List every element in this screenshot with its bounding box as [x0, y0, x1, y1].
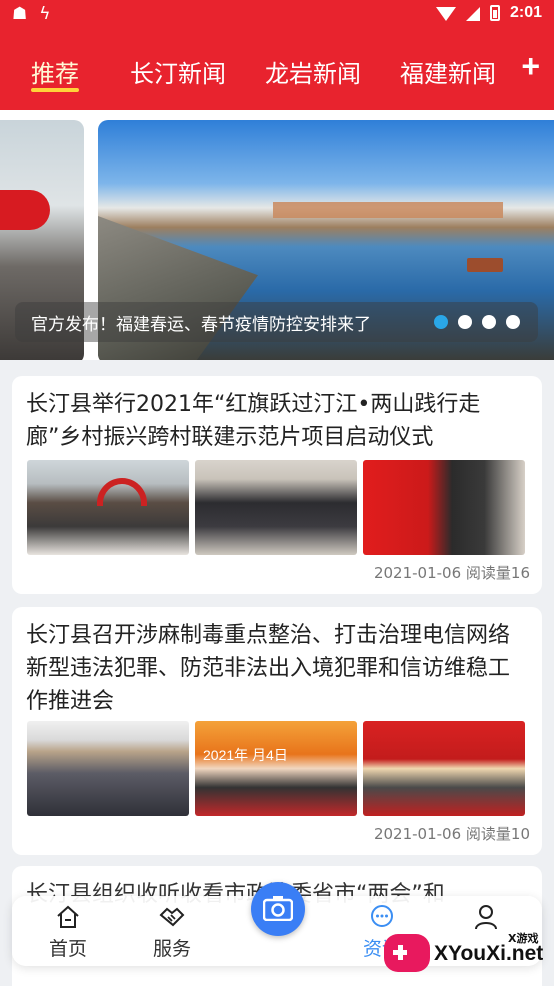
news-thumbnail[interactable] [27, 721, 189, 816]
news-thumbnail[interactable] [27, 460, 189, 555]
signal-icon [465, 7, 480, 21]
carousel-dot[interactable] [506, 315, 520, 329]
tab-recommend[interactable]: 推荐 [31, 54, 79, 89]
tab-fujian-news[interactable]: 福建新闻 [400, 54, 496, 89]
boat-image [467, 258, 503, 272]
news-card[interactable]: 长汀县举行2021年“红旗跃过汀江•两山践行走廊”乡村振兴跨村联建示范片项目启动… [12, 376, 542, 594]
news-date: 2021-01-06 [373, 564, 462, 582]
notification-android-icon: ☗ [12, 4, 28, 24]
wifi-icon [435, 7, 456, 21]
add-channel-button[interactable]: + [521, 48, 540, 85]
news-meta: 2021-01-06 阅读量10 [374, 823, 530, 844]
chat-icon [371, 905, 393, 927]
tab-longyan-news[interactable]: 龙岩新闻 [265, 54, 361, 89]
news-thumbnail[interactable] [195, 460, 357, 555]
active-tab-indicator [31, 88, 79, 92]
news-read-count: 阅读量10 [465, 825, 530, 843]
bottom-tab-home[interactable]: 首页 [33, 904, 103, 961]
bottom-tab-label: 首页 [48, 938, 87, 960]
carousel-indicator [434, 315, 520, 329]
bridge-image [273, 202, 503, 218]
news-thumbnail[interactable] [363, 721, 525, 816]
status-right: 2:01 [435, 4, 542, 22]
news-read-count: 阅读量16 [465, 564, 530, 582]
news-meta: 2021-01-06 阅读量16 [374, 562, 530, 583]
watermark-text: XYouXi.net [434, 942, 544, 965]
battery-icon [489, 5, 500, 21]
bottom-tab-service[interactable]: 服务 [137, 904, 207, 961]
bottom-tab-label: 服务 [152, 938, 191, 960]
carousel-caption: 官方发布！福建春运、春节疫情防控安排来了 [31, 315, 371, 335]
home-icon [57, 905, 79, 928]
status-left-icons: ☗ ϟ [12, 4, 50, 24]
carousel-dot-active[interactable] [434, 315, 448, 329]
news-thumbnail[interactable]: 2021年 月4日 [195, 721, 357, 816]
handshake-icon [159, 907, 185, 927]
site-watermark: X游戏 XYouXi.net [382, 928, 550, 980]
news-card[interactable]: 长汀县召开涉麻制毒重点整治、打击治理电信网络新型违法犯罪、防范非法出入境犯罪和信… [12, 607, 542, 855]
news-thumbnail[interactable] [363, 460, 525, 555]
top-tab-bar: 推荐 长汀新闻 龙岩新闻 福建新闻 + [0, 30, 554, 110]
gamepad-logo-icon [384, 934, 430, 972]
carousel-dot[interactable] [482, 315, 496, 329]
tab-changting-news[interactable]: 长汀新闻 [130, 54, 226, 89]
user-icon [475, 905, 497, 930]
carousel-caption-bar[interactable]: 官方发布！福建春运、春节疫情防控安排来了 [15, 302, 538, 342]
thumbnail-banner-text: 2021年 月4日 [203, 747, 288, 763]
status-time: 2:01 [509, 4, 542, 21]
status-bar: ☗ ϟ 2:01 [0, 0, 554, 30]
news-title[interactable]: 长汀县召开涉麻制毒重点整治、打击治理电信网络新型违法犯罪、防范非法出入境犯罪和信… [26, 619, 526, 718]
red-arch-decoration [0, 190, 50, 230]
news-date: 2021-01-06 [373, 825, 462, 843]
red-arch-decoration [97, 478, 147, 506]
news-title[interactable]: 长汀县举行2021年“红旗跃过汀江•两山践行走廊”乡村振兴跨村联建示范片项目启动… [26, 388, 526, 454]
notification-lightning-icon: ϟ [39, 4, 51, 24]
banner-carousel[interactable]: 官方发布！福建春运、春节疫情防控安排来了 [0, 110, 554, 360]
camera-button[interactable] [251, 882, 305, 936]
carousel-dot[interactable] [458, 315, 472, 329]
camera-icon [263, 896, 293, 921]
